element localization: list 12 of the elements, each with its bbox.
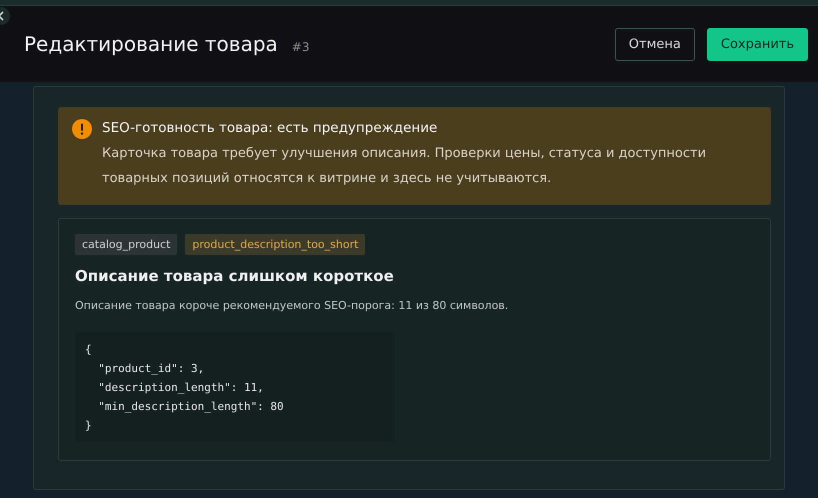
cancel-button[interactable]: Отмена (614, 28, 695, 60)
product-id: #3 (292, 40, 310, 54)
issue-description: Описание товара короче рекомендуемого SEO-порога: 11 из 80 символов. (75, 299, 510, 312)
page-title: Редактирование товара (24, 32, 278, 56)
issue-title: Описание товара слишком короткое (75, 267, 395, 285)
tag: product_description_too_short (185, 234, 366, 255)
tag: catalog_product (75, 234, 178, 255)
save-button[interactable]: Сохранить (706, 28, 808, 60)
alert-title: SEO-готовность товара: есть предупреждение (102, 120, 438, 136)
alert-message: Карточка товара требует улучшения описания. Проверки цены, статуса и доступности товарных позиций относятся к витрине и здесь не учитываются. (102, 145, 708, 188)
code-block: { "product_id": 3, "description_length": 11, "min_description_length": 80 } (75, 332, 395, 443)
warning-icon (72, 119, 92, 139)
